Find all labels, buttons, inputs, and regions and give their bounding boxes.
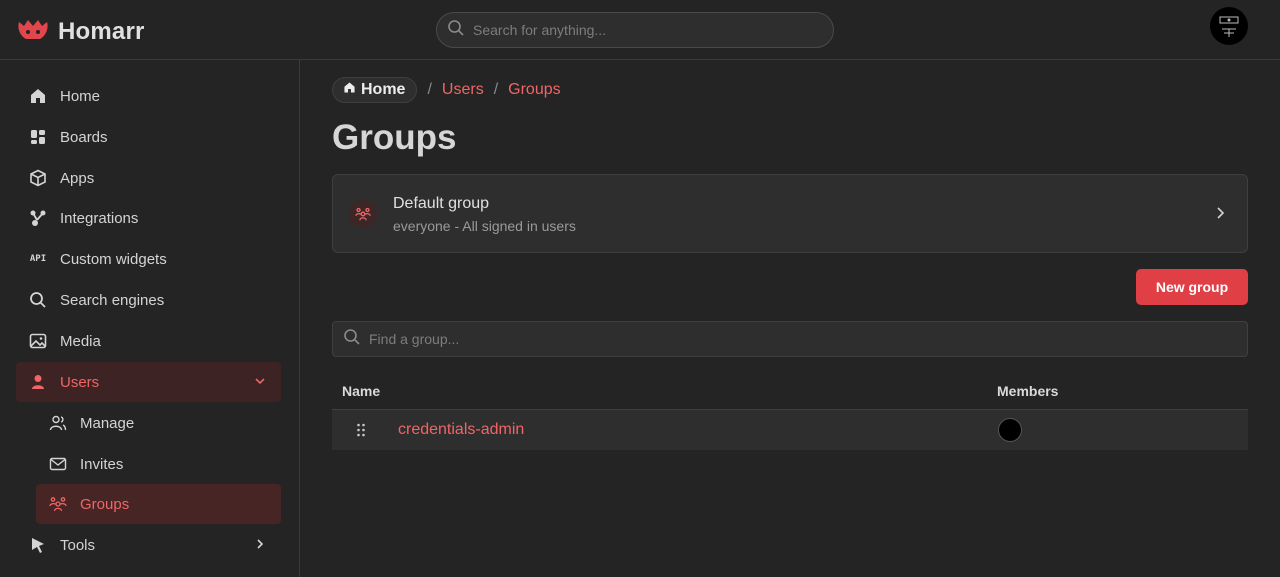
sidebar-item-custom-widgets[interactable]: API Custom widgets bbox=[16, 239, 281, 279]
group-name-link[interactable]: credentials-admin bbox=[398, 421, 524, 439]
sidebar-item-media[interactable]: Media bbox=[16, 321, 281, 361]
search-icon bbox=[28, 290, 48, 310]
breadcrumb-home-label: Home bbox=[361, 81, 406, 98]
homarr-logo-icon bbox=[16, 14, 50, 49]
sidebar-item-label: Boards bbox=[60, 128, 108, 146]
column-header-name[interactable]: Name bbox=[342, 383, 380, 399]
media-icon bbox=[28, 331, 48, 351]
user-icon bbox=[28, 372, 48, 392]
sidebar-item-label: Media bbox=[60, 332, 101, 350]
group-search-input[interactable] bbox=[369, 331, 1247, 347]
search-icon bbox=[447, 19, 465, 42]
sidebar-item-search-engines[interactable]: Search engines bbox=[16, 280, 281, 320]
table-row[interactable]: credentials-admin bbox=[332, 410, 1248, 450]
sidebar-item-integrations[interactable]: Integrations bbox=[16, 198, 281, 238]
sidebar-item-manage[interactable]: Manage bbox=[36, 403, 281, 443]
integrations-icon bbox=[28, 208, 48, 228]
breadcrumb-separator: / bbox=[493, 81, 499, 98]
mail-icon bbox=[48, 454, 68, 474]
sidebar-item-label: Custom widgets bbox=[60, 250, 167, 268]
sidebar-item-groups[interactable]: Groups bbox=[36, 484, 281, 524]
sidebar-item-label: Invites bbox=[80, 455, 124, 473]
sidebar-item-label: Apps bbox=[60, 169, 95, 187]
groups-icon bbox=[349, 200, 377, 228]
breadcrumb-home[interactable]: Home bbox=[332, 77, 418, 103]
search-input[interactable] bbox=[473, 22, 833, 38]
page-title: Groups bbox=[332, 118, 457, 157]
app-name: Homarr bbox=[58, 17, 145, 45]
search-icon bbox=[343, 328, 361, 351]
sidebar-item-label: Manage bbox=[80, 414, 135, 432]
sidebar-item-label: Tools bbox=[60, 536, 96, 554]
default-group-subtitle: everyone - All signed in users bbox=[393, 218, 576, 234]
sidebar-item-tools[interactable]: Tools bbox=[16, 525, 281, 565]
chevron-right-icon bbox=[1213, 206, 1227, 225]
api-icon: API bbox=[29, 254, 47, 264]
sidebar-item-apps[interactable]: Apps bbox=[16, 158, 281, 198]
sidebar-item-label: Groups bbox=[80, 495, 130, 513]
sidebar-item-label: Users bbox=[60, 373, 100, 391]
drag-handle-icon[interactable] bbox=[356, 423, 366, 442]
sidebar-item-invites[interactable]: Invites bbox=[36, 444, 281, 484]
default-group-title: Default group bbox=[393, 195, 490, 212]
breadcrumb-separator: / bbox=[427, 81, 432, 98]
sidebar-item-home[interactable]: Home bbox=[16, 76, 281, 116]
breadcrumb-users[interactable]: Users bbox=[442, 81, 484, 99]
sidebar-item-boards[interactable]: Boards bbox=[16, 117, 281, 157]
users-icon bbox=[48, 413, 68, 433]
groups-icon bbox=[48, 494, 68, 514]
sidebar-item-label: Home bbox=[60, 87, 101, 105]
pointer-icon bbox=[28, 535, 48, 555]
breadcrumb: Home / Users / Groups bbox=[332, 77, 561, 103]
new-group-button[interactable]: New group bbox=[1136, 269, 1248, 305]
global-search[interactable] bbox=[436, 12, 834, 48]
apps-icon bbox=[28, 168, 48, 188]
sidebar-item-users[interactable]: Users bbox=[16, 362, 281, 402]
main-content: Home / Users / Groups Groups Default gro… bbox=[300, 60, 1280, 577]
user-avatar[interactable] bbox=[1210, 7, 1248, 45]
breadcrumb-groups[interactable]: Groups bbox=[508, 81, 560, 99]
boards-icon bbox=[28, 127, 48, 147]
chevron-right-icon bbox=[253, 537, 267, 551]
default-group-card[interactable]: Default group everyone - All signed in u… bbox=[332, 174, 1248, 253]
column-header-members[interactable]: Members bbox=[997, 383, 1058, 399]
chevron-down-icon bbox=[253, 374, 267, 388]
home-icon bbox=[28, 86, 48, 106]
sidebar-item-label: Search engines bbox=[60, 291, 165, 309]
sidebar: Home Boards Apps Integrations API Custom… bbox=[0, 60, 300, 577]
group-search[interactable] bbox=[332, 321, 1248, 357]
app-logo[interactable]: Homarr bbox=[16, 14, 145, 49]
sidebar-item-label: Integrations bbox=[60, 209, 139, 227]
member-avatar[interactable] bbox=[998, 418, 1022, 442]
top-header: Homarr bbox=[0, 0, 1280, 60]
home-icon bbox=[343, 81, 356, 99]
